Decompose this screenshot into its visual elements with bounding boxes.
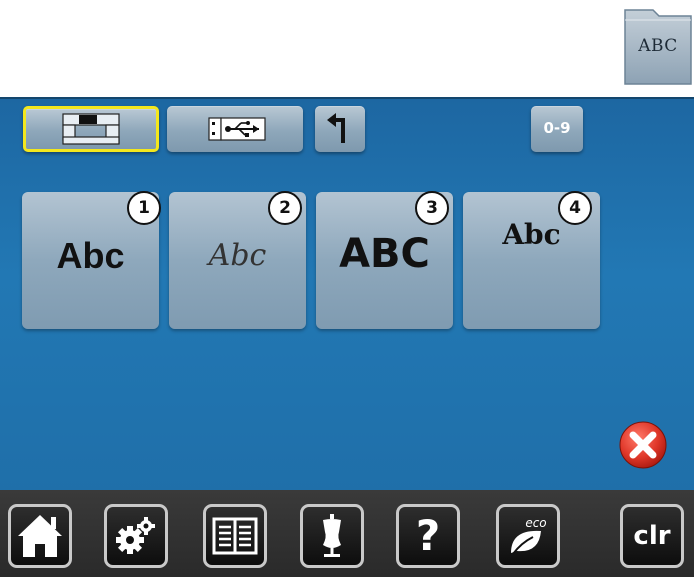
clear-label: clr — [633, 521, 671, 551]
eco-button[interactable]: eco — [496, 504, 560, 568]
font-sample-3: ABC — [339, 231, 430, 277]
book-icon — [212, 517, 258, 555]
usb-icon — [208, 117, 266, 141]
dress-form-icon — [323, 514, 341, 557]
home-button[interactable] — [8, 504, 72, 568]
help-button[interactable]: ? — [396, 504, 460, 568]
numbers-button[interactable]: 0-9 — [531, 106, 583, 152]
close-button[interactable] — [618, 420, 668, 470]
font-sample-2: Abc — [208, 238, 267, 273]
leaf-icon — [511, 530, 541, 555]
tutorial-button[interactable] — [203, 504, 267, 568]
back-button[interactable] — [315, 106, 365, 152]
close-icon — [619, 421, 667, 469]
bottom-navigation-bar: ? eco clr — [0, 490, 694, 577]
machine-view-button[interactable] — [23, 106, 159, 152]
font-selection-screen: 0-9 Abc Abc ABC Abc 1 2 3 4 — [0, 97, 694, 492]
numbers-label: 0-9 — [543, 119, 571, 137]
sewing-machine-icon — [62, 113, 120, 145]
return-arrow-icon — [327, 113, 345, 143]
setup-button[interactable] — [104, 504, 168, 568]
clear-button[interactable]: clr — [620, 504, 684, 568]
help-label: ? — [415, 511, 441, 560]
font-sample-1: Abc — [56, 235, 125, 276]
font-number-badge-3: 3 — [415, 191, 449, 225]
font-number-badge-4: 4 — [558, 191, 592, 225]
creative-consultant-button[interactable] — [300, 504, 364, 568]
folder-icon[interactable]: ABC — [623, 6, 693, 86]
font-number-badge-2: 2 — [268, 191, 302, 225]
font-number-badge-1: 1 — [127, 191, 161, 225]
folder-label: ABC — [638, 36, 678, 56]
gears-icon — [116, 517, 155, 554]
usb-button[interactable] — [167, 106, 303, 152]
home-icon — [18, 515, 62, 557]
